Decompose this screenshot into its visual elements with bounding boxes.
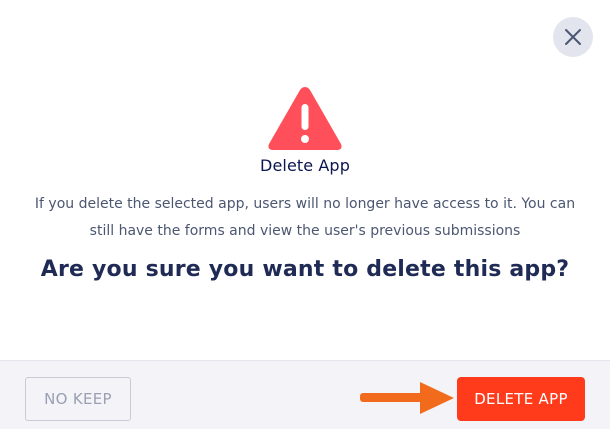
delete-app-dialog: Delete App If you delete the selected ap… (0, 0, 610, 429)
close-button[interactable] (553, 17, 593, 57)
close-icon (565, 29, 581, 45)
delete-app-button[interactable]: DELETE APP (457, 377, 585, 421)
no-keep-button[interactable]: NO KEEP (25, 377, 131, 421)
dialog-description: If you delete the selected app, users wi… (30, 191, 580, 245)
description-line: If you delete the selected app, users wi… (34, 196, 576, 212)
dialog-footer: NO KEEP DELETE APP (0, 360, 610, 429)
warning-triangle-icon (268, 87, 342, 150)
confirmation-question: Are you sure you want to delete this app… (40, 257, 570, 282)
arrow-right-icon (360, 382, 454, 414)
dialog-title: Delete App (260, 156, 350, 175)
description-line: still have the forms and view the user's… (89, 223, 521, 239)
